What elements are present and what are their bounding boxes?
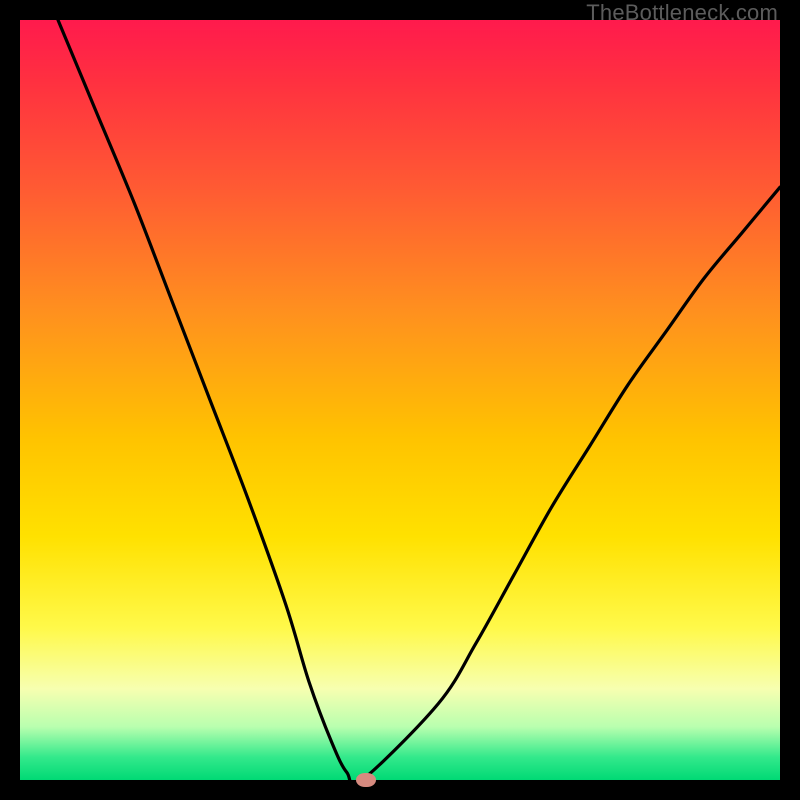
plot-area xyxy=(20,20,780,780)
bottleneck-curve xyxy=(20,20,780,780)
minimum-marker xyxy=(356,773,376,787)
chart-frame: TheBottleneck.com xyxy=(0,0,800,800)
